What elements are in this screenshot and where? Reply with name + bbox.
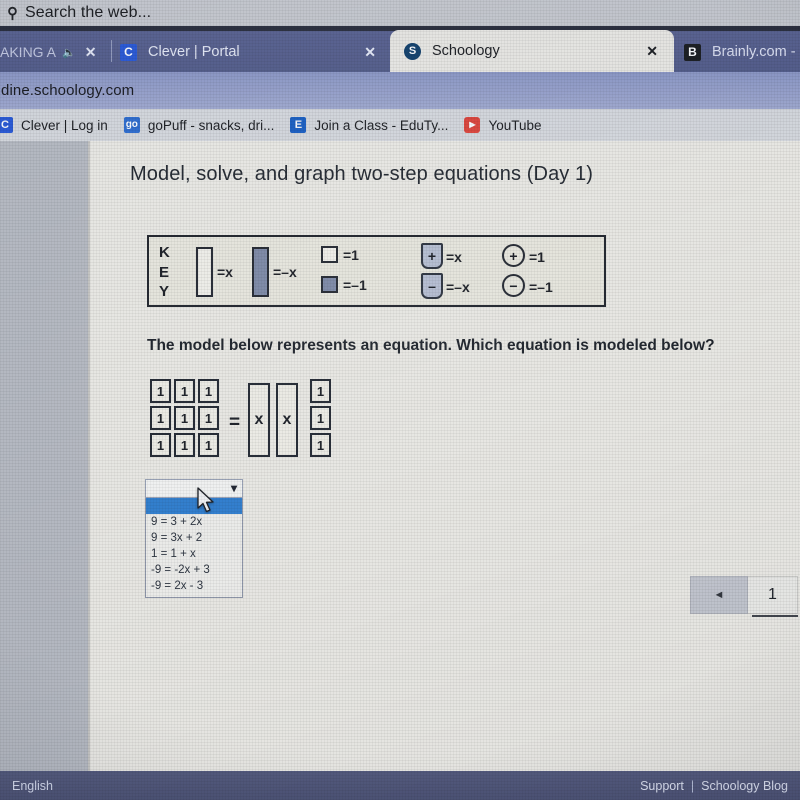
chevron-down-icon[interactable]: ▾: [231, 482, 237, 494]
page-number-indicator[interactable]: 1: [748, 576, 798, 614]
answer-dropdown[interactable]: ▾ 9 = 3 + 2x 9 = 3x + 21 = 1 + x -9 = -2x …: [145, 479, 243, 598]
key-unit-positive-value: =1: [343, 247, 359, 263]
address-bar[interactable]: dine.schoology.com: [0, 72, 800, 109]
unit-tile: 1: [310, 379, 331, 403]
bookmark-clever-login[interactable]: C Clever | Log in: [0, 109, 124, 141]
model-left-unit-tiles: 111111111: [150, 379, 219, 457]
tab-clever-portal[interactable]: C Clever | Portal ✕: [120, 32, 388, 72]
footer-support-link[interactable]: Support: [640, 779, 684, 793]
dropdown-option[interactable]: 1 = 1 + x: [146, 546, 242, 562]
bookmark-youtube-label: YouTube: [488, 117, 542, 133]
x-bar-shaded-icon: [252, 247, 269, 297]
unit-tile: 1: [198, 433, 219, 457]
chip-plus-icon: +: [502, 244, 525, 267]
key-legend-label: KEY: [159, 244, 171, 300]
gopuff-favicon-icon: go: [123, 117, 140, 133]
answer-dropdown-field[interactable]: ▾: [145, 479, 243, 498]
unit-tile: 1: [150, 406, 171, 430]
unit-tile: 1: [310, 406, 331, 430]
page-title: Model, solve, and graph two-step equatio…: [130, 163, 594, 185]
browser-tab-strip: AKING A 🔈 ✕ C Clever | Portal ✕ S School…: [0, 26, 800, 72]
dropdown-option[interactable]: -9 = -2x + 3: [146, 562, 242, 578]
tab-brainly[interactable]: B Brainly.com - F: [678, 32, 800, 72]
dropdown-option[interactable]: -9 = 2x - 3: [146, 578, 242, 594]
os-search-bar[interactable]: ⚲ Search the web...: [0, 0, 800, 26]
unit-tile: 1: [174, 379, 195, 403]
answer-dropdown-options-list[interactable]: 9 = 3 + 2x 9 = 3x + 21 = 1 + x -9 = -2x + …: [145, 498, 243, 598]
tab-cut-off-label: AKING A: [0, 44, 57, 60]
unit-tile: 1: [150, 433, 171, 457]
tab-divider: [111, 40, 112, 62]
dropdown-option[interactable]: 9 = 3x + 2: [146, 530, 242, 546]
cup-minus-icon: –: [421, 273, 443, 299]
unit-tile: 1: [310, 433, 331, 457]
tab-schoology-label: Schoology: [432, 43, 500, 59]
key-chip-negative-value: =–1: [529, 279, 553, 295]
question-prompt: The model below represents an equation. …: [147, 337, 715, 354]
youtube-favicon-icon: ▶: [464, 117, 481, 133]
page-body: Model, solve, and graph two-step equatio…: [0, 141, 800, 771]
page-number-underline: [752, 615, 798, 617]
mute-icon[interactable]: 🔈: [62, 46, 76, 59]
tab-clever-portal-label: Clever | Portal: [148, 44, 240, 60]
search-icon: ⚲: [7, 4, 18, 22]
address-bar-url: dine.schoology.com: [1, 82, 135, 99]
left-sidebar-rail: [0, 141, 88, 771]
page-footer: English Support | Schoology Blog: [0, 771, 800, 800]
bookmark-gopuff[interactable]: go goPuff - snacks, dri...: [123, 109, 291, 141]
footer-blog-link[interactable]: Schoology Blog: [701, 779, 788, 793]
key-x-bar-value: =x: [217, 264, 233, 280]
mouse-cursor-icon: [197, 487, 214, 513]
unit-tile: 1: [150, 379, 171, 403]
bookmark-join-a-class-label: Join a Class - EduTy...: [314, 117, 449, 133]
cup-plus-icon: +: [421, 243, 443, 269]
question-content-area: Model, solve, and graph two-step equatio…: [90, 141, 800, 771]
tab-cut-off[interactable]: AKING A 🔈 ✕: [0, 32, 110, 72]
unit-square-white-icon: [321, 246, 338, 263]
model-x-bar: x: [248, 383, 270, 457]
bookmark-youtube[interactable]: ▶ YouTube: [464, 109, 557, 141]
model-x-bar: x: [276, 383, 298, 457]
dropdown-option[interactable]: [146, 498, 242, 514]
bookmark-clever-login-label: Clever | Log in: [21, 117, 108, 133]
footer-language[interactable]: English: [12, 779, 53, 793]
key-chip-positive-value: =1: [529, 249, 545, 265]
model-equals-sign: =: [229, 412, 241, 433]
footer-separator: |: [690, 778, 695, 793]
tab-schoology[interactable]: S Schoology ✕: [390, 30, 674, 72]
bookmarks-bar: C Clever | Log in go goPuff - snacks, dr…: [0, 109, 800, 141]
clever-favicon-icon: C: [0, 117, 13, 133]
key-cup-negative-value: =–x: [446, 279, 470, 295]
unit-tile: 1: [174, 406, 195, 430]
tab-close-icon[interactable]: ✕: [646, 43, 658, 60]
key-legend-box: KEY =x =–x =1 =–1 + =x – =–x + =1 − =–1: [147, 235, 606, 307]
key-cup-positive-value: =x: [446, 249, 462, 265]
previous-page-button[interactable]: ◄: [690, 576, 748, 614]
key-unit-negative-value: =–1: [343, 277, 367, 293]
bookmark-gopuff-label: goPuff - snacks, dri...: [147, 117, 275, 133]
key-negative-x-bar-value: =–x: [273, 264, 297, 280]
unit-tile: 1: [174, 433, 195, 457]
unit-tile: 1: [198, 379, 219, 403]
brainly-favicon-icon: B: [684, 43, 701, 61]
dropdown-option[interactable]: 9 = 3 + 2x: [146, 514, 242, 530]
model-right-unit-tiles: 1 1 1: [310, 379, 331, 457]
os-search-placeholder: Search the web...: [25, 4, 152, 21]
edutyping-favicon-icon: E: [290, 117, 307, 133]
screen-photo: ⚲ Search the web... AKING A 🔈 ✕ C Clever…: [0, 0, 800, 800]
chip-minus-icon: −: [502, 274, 525, 297]
tab-brainly-label: Brainly.com - F: [712, 44, 800, 60]
unit-tile: 1: [198, 406, 219, 430]
bookmark-join-a-class[interactable]: E Join a Class - EduTy...: [290, 109, 464, 141]
schoology-favicon-icon: S: [404, 42, 421, 60]
clever-favicon-icon: C: [120, 43, 137, 61]
unit-square-shaded-icon: [321, 276, 338, 293]
x-bar-white-icon: [196, 247, 213, 297]
tab-close-icon[interactable]: ✕: [364, 44, 376, 61]
pagination: ◄ 1: [690, 576, 798, 617]
tab-close-icon[interactable]: ✕: [85, 44, 97, 61]
